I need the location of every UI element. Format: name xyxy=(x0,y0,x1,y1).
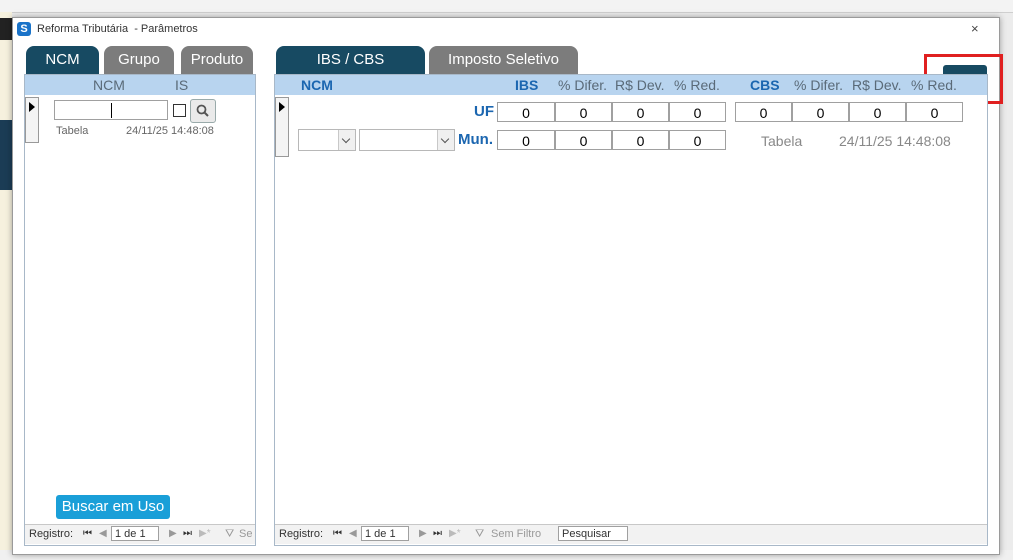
header-ibs-red: % Red. xyxy=(674,77,720,93)
right-record-navigator: Registro: ⏮ ◀ 1 de 1 ▶ ⏭ ▶* ⛛ Sem Filtro… xyxy=(275,524,987,544)
app-logo-icon: S xyxy=(17,22,31,36)
chevron-down-icon xyxy=(338,130,355,150)
row-timestamp: 24/11/25 14:48:08 xyxy=(126,125,214,137)
chevron-down-icon xyxy=(437,130,454,150)
cbs-dev[interactable]: 0 xyxy=(849,102,906,122)
cbs-red[interactable]: 0 xyxy=(906,102,963,122)
window-title: Reforma Tributária - Parâmetros xyxy=(37,23,198,35)
is-checkbox[interactable] xyxy=(173,104,186,117)
close-icon[interactable]: × xyxy=(971,21,979,36)
background-app-sidebar xyxy=(0,12,12,560)
first-record-icon[interactable]: ⏮ xyxy=(333,528,342,539)
uf-ibs-red[interactable]: 0 xyxy=(669,102,726,122)
row-selector[interactable] xyxy=(275,97,289,157)
first-record-icon[interactable]: ⏮ xyxy=(83,528,92,539)
header-cbs: CBS xyxy=(750,77,780,93)
header-cbs-difer: % Difer. xyxy=(794,77,844,93)
window-client: API NCM Grupo Produto NCM IS Tabela 24/1… xyxy=(13,40,1003,554)
sem-filtro-label[interactable]: Sem Filtro xyxy=(491,528,541,540)
row-tabela-label: Tabela xyxy=(56,125,89,137)
new-record-icon[interactable]: ▶* xyxy=(199,528,211,539)
record-position-field[interactable]: 1 de 1 xyxy=(111,526,159,541)
tab-imposto-seletivo[interactable]: Imposto Seletivo xyxy=(429,46,578,74)
uf-ibs-difer[interactable]: 0 xyxy=(555,102,612,122)
header-cbs-red: % Red. xyxy=(911,77,957,93)
registro-label: Registro: xyxy=(279,528,324,540)
header-cbs-dev: R$ Dev. xyxy=(852,77,902,93)
municipio-select[interactable] xyxy=(359,129,455,151)
record-position-field[interactable]: 1 de 1 xyxy=(361,526,409,541)
new-record-icon[interactable]: ▶* xyxy=(449,528,461,539)
next-record-icon[interactable]: ▶ xyxy=(169,528,177,539)
parametros-window: S Reforma Tributária - Parâmetros × API … xyxy=(12,17,1003,555)
header-ibs: IBS xyxy=(515,77,539,93)
uf-select[interactable] xyxy=(298,129,356,151)
tab-ncm[interactable]: NCM xyxy=(26,46,99,74)
row-selector[interactable] xyxy=(25,97,39,143)
filter-icon[interactable]: ⛛ xyxy=(225,528,234,541)
header-ibs-difer: % Difer. xyxy=(558,77,608,93)
background-app-toolbar xyxy=(0,0,1013,13)
pesquisar-field[interactable]: Pesquisar xyxy=(558,526,628,541)
ncm-panel: NCM IS Tabela 24/11/25 14:48:08 Registro… xyxy=(24,74,256,546)
title-bar[interactable]: S Reforma Tributária - Parâmetros × xyxy=(13,18,999,40)
column-is: IS xyxy=(175,77,189,93)
last-record-icon[interactable]: ⏭ xyxy=(433,528,442,539)
ibs-cbs-grid-header: NCM IBS % Difer. R$ Dev. % Red. CBS % Di… xyxy=(275,75,987,95)
text-cursor xyxy=(111,103,112,118)
uf-ibs-aliquota[interactable]: 0 xyxy=(497,102,555,122)
mun-ibs-red[interactable]: 0 xyxy=(669,130,726,150)
mun-ibs-difer[interactable]: 0 xyxy=(555,130,612,150)
next-record-icon[interactable]: ▶ xyxy=(419,528,427,539)
filter-label[interactable]: Se xyxy=(239,528,252,540)
uf-ibs-dev[interactable]: 0 xyxy=(612,102,669,122)
current-row-icon xyxy=(29,102,35,112)
cbs-aliquota[interactable]: 0 xyxy=(735,102,792,122)
mun-ibs-aliquota[interactable]: 0 xyxy=(497,130,555,150)
header-ibs-dev: R$ Dev. xyxy=(615,77,665,93)
mun-label: Mun. xyxy=(458,131,493,148)
mun-ibs-dev[interactable]: 0 xyxy=(612,130,669,150)
uf-label: UF xyxy=(474,103,494,120)
prev-record-icon[interactable]: ◀ xyxy=(349,528,357,539)
header-ncm: NCM xyxy=(301,77,333,93)
tab-produto[interactable]: Produto xyxy=(181,46,253,74)
tab-grupo[interactable]: Grupo xyxy=(104,46,174,74)
last-record-icon[interactable]: ⏭ xyxy=(183,528,192,539)
magnifier-icon xyxy=(196,104,209,117)
tabela-label: Tabela xyxy=(761,133,803,149)
current-row-icon xyxy=(279,102,285,112)
ncm-grid-header: NCM IS xyxy=(25,75,255,95)
cbs-difer[interactable]: 0 xyxy=(792,102,849,122)
left-record-navigator: Registro: ⏮ ◀ 1 de 1 ▶ ⏭ ▶* ⛛ Se xyxy=(25,524,255,544)
ibs-cbs-panel: NCM IBS % Difer. R$ Dev. % Red. CBS % Di… xyxy=(274,74,988,546)
tab-ibs-cbs[interactable]: IBS / CBS xyxy=(276,46,425,74)
timestamp-label: 24/11/25 14:48:08 xyxy=(839,133,951,149)
prev-record-icon[interactable]: ◀ xyxy=(99,528,107,539)
search-button[interactable] xyxy=(190,99,216,123)
buscar-em-uso-button[interactable]: Buscar em Uso xyxy=(56,495,170,519)
filter-icon[interactable]: ⛛ xyxy=(475,528,484,541)
registro-label: Registro: xyxy=(29,528,74,540)
column-ncm: NCM xyxy=(93,77,125,93)
